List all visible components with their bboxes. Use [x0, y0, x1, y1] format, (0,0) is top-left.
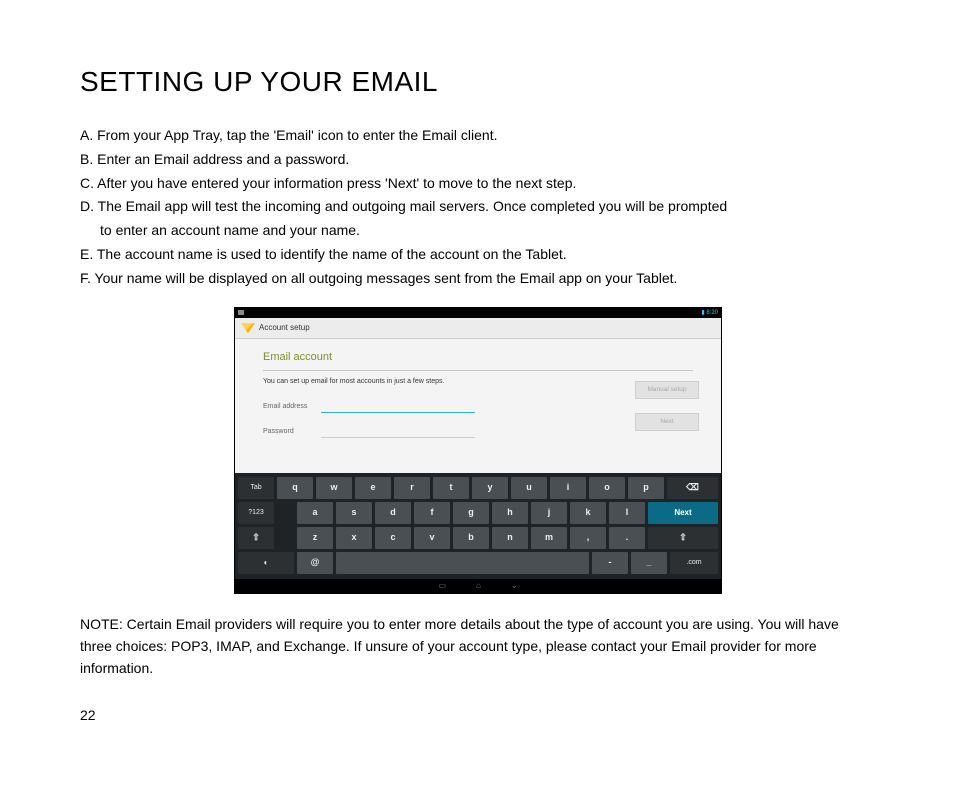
key-n[interactable]: n	[492, 527, 528, 549]
key-r[interactable]: r	[394, 477, 430, 499]
mail-icon	[241, 323, 255, 333]
onscreen-keyboard: Tab q w e r t y u i o p ⌫ ?123 a s d f	[235, 473, 721, 579]
nav-back-icon[interactable]: ⌄	[511, 580, 518, 592]
key-period[interactable]: .	[609, 527, 645, 549]
step-c: C. After you have entered your informati…	[80, 173, 874, 195]
key-dotcom[interactable]: .com	[670, 552, 718, 574]
email-setup-form: Email account You can set up email for m…	[235, 339, 721, 473]
android-nav-bar: ▭ ⌂ ⌄	[235, 579, 721, 593]
key-a[interactable]: a	[297, 502, 333, 524]
key-tab[interactable]: Tab	[238, 477, 274, 499]
key-next[interactable]: Next	[648, 502, 718, 524]
key-c[interactable]: c	[375, 527, 411, 549]
notification-icon	[238, 310, 244, 315]
key-underscore[interactable]: _	[631, 552, 667, 574]
password-input[interactable]	[321, 423, 475, 438]
key-t[interactable]: t	[433, 477, 469, 499]
form-description: You can set up email for most accounts i…	[263, 377, 693, 388]
page-title: SETTING UP YOUR EMAIL	[80, 60, 874, 103]
key-l[interactable]: l	[609, 502, 645, 524]
key-shift-right[interactable]: ⇧	[648, 527, 718, 549]
key-o[interactable]: o	[589, 477, 625, 499]
key-i[interactable]: i	[550, 477, 586, 499]
step-e: E. The account name is used to identify …	[80, 244, 874, 266]
key-space[interactable]	[336, 552, 589, 574]
next-button[interactable]: Next	[635, 413, 699, 431]
nav-recent-icon[interactable]: ▭	[438, 580, 446, 592]
key-m[interactable]: m	[531, 527, 567, 549]
key-at[interactable]: @	[297, 552, 333, 574]
app-header: Account setup	[235, 318, 721, 339]
app-header-title: Account setup	[259, 322, 310, 334]
key-comma[interactable]: ,	[570, 527, 606, 549]
key-w[interactable]: w	[316, 477, 352, 499]
key-g[interactable]: g	[453, 502, 489, 524]
step-b: B. Enter an Email address and a password…	[80, 149, 874, 171]
key-shift-left[interactable]: ⇧	[238, 527, 274, 549]
key-dash[interactable]: -	[592, 552, 628, 574]
key-h[interactable]: h	[492, 502, 528, 524]
manual-setup-button[interactable]: Manual setup	[635, 381, 699, 399]
step-a: A. From your App Tray, tap the 'Email' i…	[80, 125, 874, 147]
email-label: Email address	[263, 402, 311, 413]
key-z[interactable]: z	[297, 527, 333, 549]
page-number: 22	[80, 705, 874, 727]
step-f: F. Your name will be displayed on all ou…	[80, 268, 874, 290]
key-u[interactable]: u	[511, 477, 547, 499]
key-f[interactable]: f	[414, 502, 450, 524]
email-input[interactable]	[321, 398, 475, 413]
key-q[interactable]: q	[277, 477, 313, 499]
key-e[interactable]: e	[355, 477, 391, 499]
instruction-steps: A. From your App Tray, tap the 'Email' i…	[80, 125, 874, 289]
key-backspace[interactable]: ⌫	[667, 477, 718, 499]
key-x[interactable]: x	[336, 527, 372, 549]
android-status-bar: ▮ 8:20	[235, 308, 721, 318]
password-label: Password	[263, 427, 311, 438]
status-time: 8:20	[706, 310, 718, 316]
key-b[interactable]: b	[453, 527, 489, 549]
key-p[interactable]: p	[628, 477, 664, 499]
key-v[interactable]: v	[414, 527, 450, 549]
key-language[interactable]: ◐	[238, 552, 294, 574]
note-text: NOTE: Certain Email providers will requi…	[80, 614, 874, 679]
form-title: Email account	[263, 349, 693, 371]
nav-home-icon[interactable]: ⌂	[476, 580, 481, 592]
tablet-screenshot: ▮ 8:20 Account setup Email account You c…	[234, 307, 720, 594]
key-j[interactable]: j	[531, 502, 567, 524]
key-s[interactable]: s	[336, 502, 372, 524]
key-d[interactable]: d	[375, 502, 411, 524]
step-d-line2: to enter an account name and your name.	[80, 220, 874, 242]
key-symbols[interactable]: ?123	[238, 502, 274, 524]
step-d-line1: D. The Email app will test the incoming …	[80, 196, 874, 218]
key-k[interactable]: k	[570, 502, 606, 524]
key-y[interactable]: y	[472, 477, 508, 499]
